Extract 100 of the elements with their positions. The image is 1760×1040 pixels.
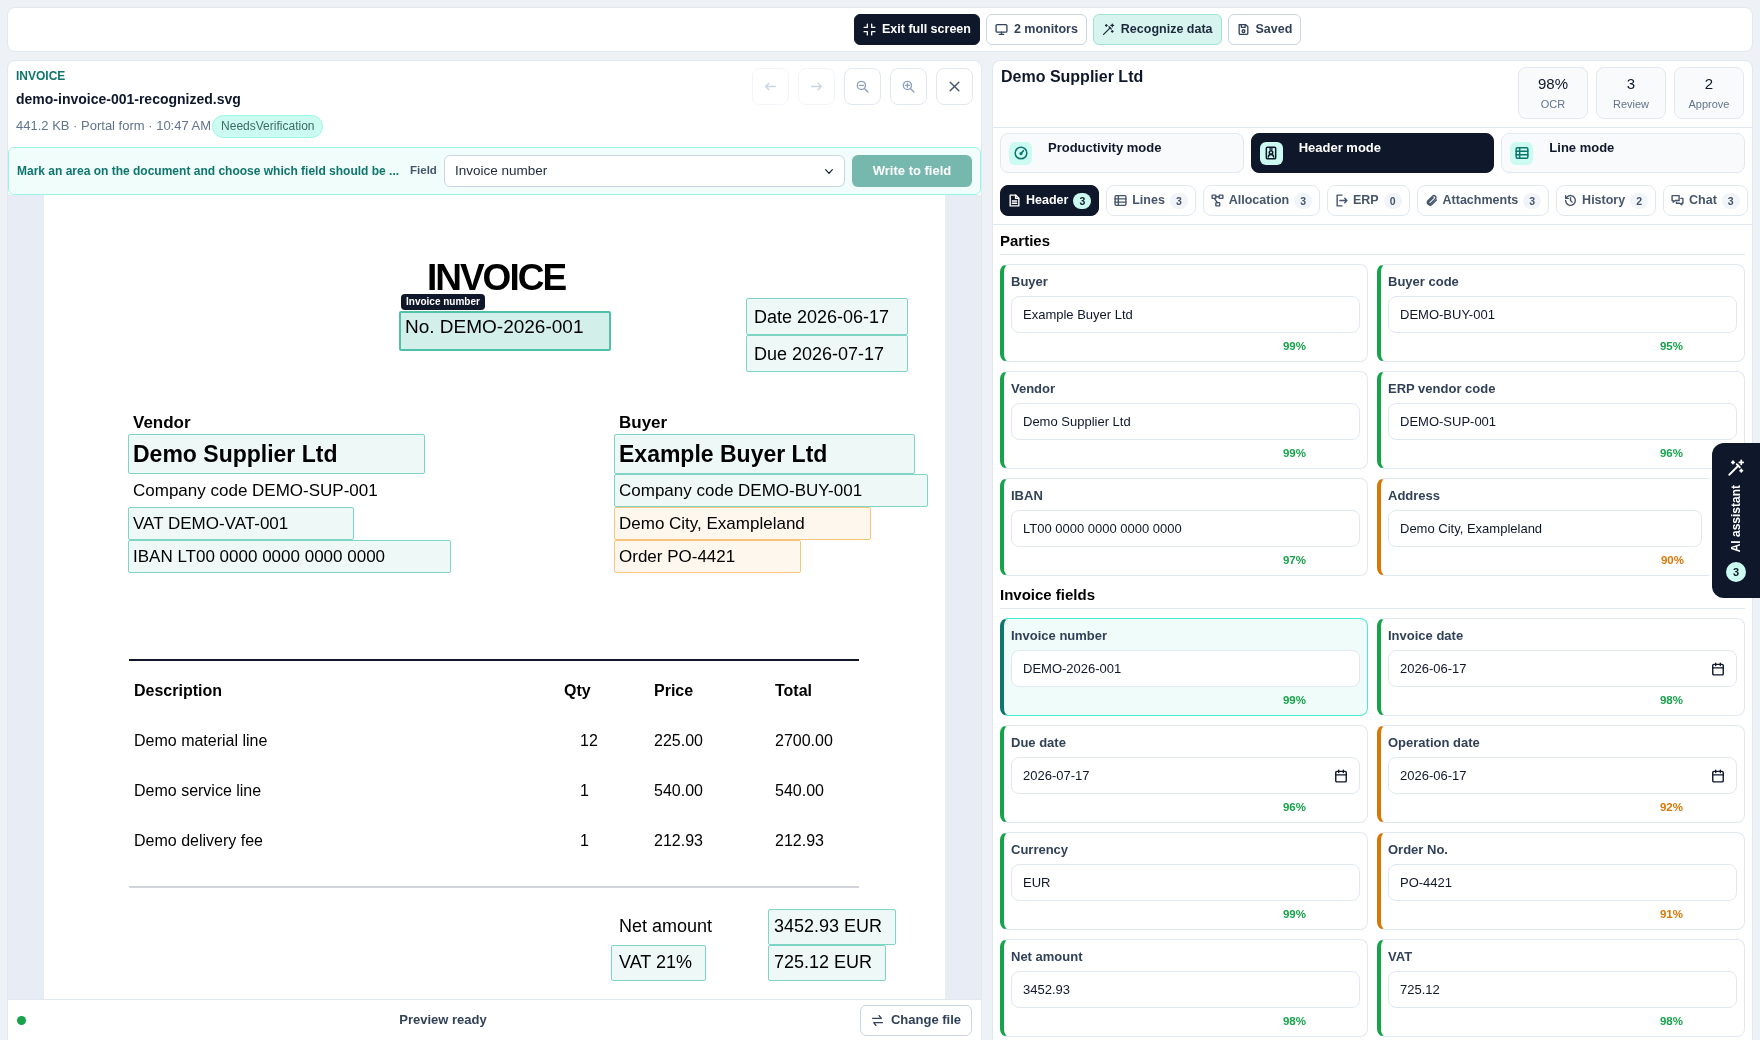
field-label: Buyer code — [1388, 274, 1459, 290]
confidence-text: 96% — [1282, 800, 1306, 814]
change-file-button[interactable]: Change file — [860, 1004, 972, 1036]
monitor-icon — [994, 23, 1008, 36]
table-header-cell: Total — [775, 681, 813, 701]
field-label: Order No. — [1388, 842, 1448, 858]
tab[interactable]: Chat 3 — [1663, 185, 1748, 216]
text-field[interactable]: Example Buyer Ltd — [1011, 296, 1360, 333]
table-header-cell: Price — [654, 681, 694, 701]
tab[interactable]: Allocation 3 — [1202, 185, 1320, 216]
confidence-text: 91% — [1659, 907, 1683, 921]
ocr-region-highlight[interactable] — [614, 434, 916, 474]
invoice-title: INVOICE — [426, 263, 566, 293]
calendar-icon — [1711, 768, 1725, 783]
text-field[interactable]: EUR — [1011, 864, 1360, 901]
total-value: 725.12 EUR — [774, 952, 873, 972]
ai-assistant-tab[interactable]: AI assistant 3 — [1712, 443, 1760, 598]
table-header-cell: Description — [134, 681, 222, 701]
ocr-region-highlight[interactable] — [399, 311, 612, 351]
text-field[interactable]: 725.12 — [1388, 971, 1737, 1008]
field-label: Operation date — [1388, 735, 1480, 751]
arrow-right-icon — [810, 80, 823, 93]
refresh-icon — [870, 1013, 884, 1027]
supplier-name: Demo Supplier Ltd — [1001, 67, 1144, 87]
tab[interactable]: History 2 — [1556, 185, 1657, 216]
party-detail: Company code DEMO-SUP-001 — [133, 481, 378, 500]
ocr-region-highlight[interactable] — [746, 298, 908, 335]
text-field[interactable]: DEMO-BUY-001 — [1388, 296, 1737, 333]
ocr-region-highlight[interactable] — [128, 434, 426, 474]
mode-button[interactable]: Line mode — [1501, 133, 1745, 173]
paperclip-icon — [1424, 194, 1438, 207]
table-cell: 540.00 — [654, 781, 703, 801]
section-heading: Parties — [1000, 232, 1051, 250]
close-button[interactable] — [936, 68, 973, 105]
field-label: ERP vendor code — [1388, 381, 1496, 397]
count-badge: 3 — [1294, 192, 1312, 209]
tab[interactable]: Lines 3 — [1106, 185, 1196, 216]
monitors-button[interactable]: 2 monitors — [985, 14, 1087, 45]
tab[interactable]: Attachments 3 — [1416, 185, 1550, 216]
history-icon — [1564, 194, 1578, 207]
text-field[interactable]: 3452.93 — [1011, 971, 1360, 1008]
file-export-icon — [1335, 194, 1348, 207]
count-badge: 0 — [1383, 192, 1402, 209]
date-field[interactable]: 2026-06-17 — [1388, 650, 1737, 687]
ocr-region-highlight[interactable] — [614, 507, 871, 540]
confidence-text: 98% — [1659, 693, 1683, 707]
calendar-icon — [1711, 661, 1725, 676]
mode-button[interactable]: Productivity mode — [1000, 133, 1244, 173]
field-label: VAT — [1388, 949, 1413, 965]
tab[interactable]: Header 3 — [1000, 185, 1100, 216]
id-badge-icon — [1259, 141, 1283, 165]
stat-label: Approve — [1688, 97, 1730, 112]
invoice-number-text: No. DEMO-2026-001 — [405, 316, 584, 337]
text-field[interactable]: PO-4421 — [1388, 864, 1737, 901]
compress-icon — [863, 23, 876, 36]
stat-value: 3 — [1626, 74, 1636, 94]
confidence-text: 97% — [1282, 553, 1306, 567]
ocr-region-highlight[interactable] — [768, 909, 897, 945]
ocr-region-highlight[interactable] — [614, 540, 802, 573]
tab[interactable]: ERP 0 — [1327, 185, 1410, 216]
table-cell: 12 — [580, 731, 598, 751]
recognize-data-button[interactable]: Recognize data — [1092, 14, 1222, 45]
arrow-left-icon — [764, 80, 777, 93]
field-label: Due date — [1011, 735, 1066, 751]
calendar-icon — [1334, 768, 1348, 783]
date-text: Due 2026-07-17 — [754, 344, 885, 364]
field-label: Currency — [1011, 842, 1069, 858]
exit-fullscreen-button[interactable]: Exit full screen — [854, 14, 980, 45]
ocr-region-highlight[interactable] — [746, 335, 908, 372]
text-field[interactable]: Demo Supplier Ltd — [1011, 403, 1360, 440]
date-field[interactable]: 2026-06-17 — [1388, 757, 1737, 794]
table-cell: 1 — [580, 781, 589, 801]
text-field[interactable]: Demo City, Exampleland — [1388, 510, 1702, 547]
ocr-region-highlight[interactable] — [128, 507, 355, 540]
saved-button[interactable]: Saved — [1227, 14, 1302, 45]
table-icon — [1114, 194, 1128, 207]
document-type-label: INVOICE — [16, 68, 66, 84]
mark-area-hint: Mark an area on the document and choose which field should be ... — [17, 163, 400, 180]
nodes-icon — [1210, 194, 1224, 207]
party-heading: Vendor — [133, 412, 191, 434]
file-name: demo-invoice-001-recognized.svg — [16, 90, 241, 109]
table-header-cell: Qty — [564, 681, 591, 701]
party-detail: IBAN LT00 0000 0000 0000 0000 — [133, 547, 386, 566]
field-select[interactable]: Invoice number — [443, 155, 845, 187]
field-label: Vendor — [1011, 381, 1056, 397]
party-name: Demo Supplier Ltd — [133, 441, 338, 467]
table-cell: 2700.00 — [775, 731, 833, 751]
text-field[interactable]: LT00 0000 0000 0000 0000 — [1011, 510, 1360, 547]
ocr-region-highlight[interactable] — [128, 540, 452, 573]
confidence-text: 92% — [1659, 800, 1683, 814]
text-field[interactable]: DEMO-SUP-001 — [1388, 403, 1737, 440]
table-cell: 225.00 — [654, 731, 703, 751]
date-field[interactable]: 2026-07-17 — [1011, 757, 1360, 794]
text-field[interactable]: DEMO-2026-001 — [1011, 650, 1360, 687]
mode-button[interactable]: Header mode — [1250, 133, 1495, 173]
ocr-region-highlight[interactable] — [614, 474, 929, 507]
party-heading: Buyer — [619, 412, 668, 434]
field-label: Address — [1388, 488, 1441, 504]
ocr-region-highlight[interactable] — [768, 945, 887, 981]
ocr-region-highlight[interactable] — [611, 945, 707, 981]
